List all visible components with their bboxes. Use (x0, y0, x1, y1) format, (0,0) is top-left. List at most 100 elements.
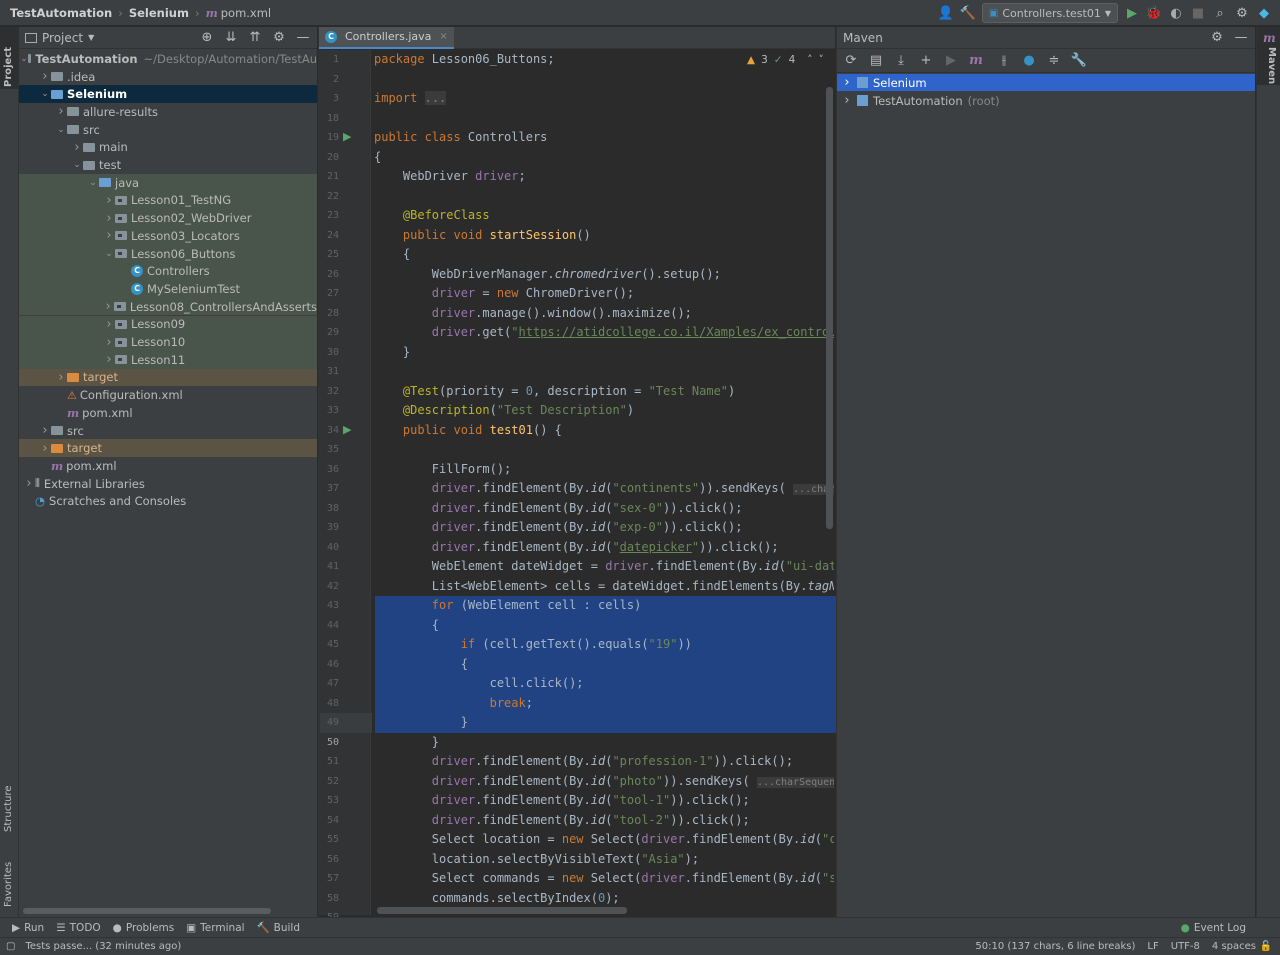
tree-item[interactable]: › target (19, 439, 317, 458)
tree-item[interactable]: m pom.xml (19, 457, 317, 475)
code-line[interactable] (374, 70, 834, 90)
problems-tool-button[interactable]: ● Problems (113, 922, 175, 934)
tree-item[interactable]: ◔ Scratches and Consoles (19, 493, 317, 511)
code-line[interactable]: { (374, 245, 834, 265)
vertical-scrollbar[interactable] (826, 87, 833, 529)
tree-item[interactable]: ⌄ java (19, 173, 317, 192)
indent-setting[interactable]: 4 spaces (1212, 941, 1256, 952)
tree-item[interactable]: m pom.xml (19, 404, 317, 422)
chevron-right-icon[interactable]: › (23, 476, 35, 491)
terminal-tool-button[interactable]: ▣ Terminal (186, 922, 244, 934)
status-message[interactable]: Tests passe... (32 minutes ago) (25, 941, 181, 952)
code-line[interactable]: location.selectByVisibleText("Asia"); (374, 850, 834, 870)
tree-item[interactable]: › allure-results (19, 103, 317, 121)
code-line[interactable]: @Description("Test Description") (374, 401, 834, 421)
reload-icon[interactable]: ⟳ (843, 53, 859, 69)
build-tool-button[interactable]: 🔨 Build (257, 921, 300, 935)
settings-gear-icon[interactable]: ⚙ (1234, 5, 1250, 21)
tree-item[interactable]: › Lesson11 (19, 350, 317, 369)
tree-item[interactable]: › main (19, 139, 317, 157)
search-icon[interactable]: ⌕ (1212, 5, 1228, 21)
tree-item[interactable]: › src (19, 422, 317, 440)
code-line[interactable]: WebDriverManager.chromedriver().setup(); (374, 265, 834, 285)
tree-item[interactable]: › Lesson10 (19, 333, 317, 351)
chevron-right-icon[interactable]: › (103, 211, 115, 226)
panel-toggle-icon[interactable]: ▢ (6, 941, 15, 952)
code-line[interactable] (374, 440, 834, 460)
code-line[interactable] (374, 109, 834, 129)
close-icon[interactable]: × (439, 31, 447, 42)
breadcrumb-module[interactable]: Selenium (129, 6, 189, 20)
tree-item[interactable]: ⌄ TestAutomation ~/Desktop/Automation/Test… (19, 50, 317, 68)
favorites-tool-tab[interactable]: Favorites (3, 862, 14, 907)
tree-item[interactable]: › ⫴ External Libraries (19, 475, 317, 493)
hide-panel-icon[interactable]: — (295, 30, 311, 46)
code-line[interactable]: @Test(priority = 0, description = "Test … (374, 382, 834, 402)
settings-gear-icon[interactable]: ⚙ (271, 30, 287, 46)
coverage-icon[interactable]: ◐ (1168, 5, 1184, 21)
code-line[interactable]: Select commands = new Select(driver.find… (374, 869, 834, 889)
chevron-right-icon[interactable]: › (39, 423, 51, 438)
code-line[interactable]: commands.selectByIndex(0); (374, 889, 834, 909)
chevron-right-icon[interactable]: › (55, 370, 67, 385)
inspection-widget[interactable]: ▲ 3 ✓ 4 ˄ ˅ (747, 54, 824, 66)
code-line[interactable]: driver.findElement(By.id("sex-0")).click… (374, 499, 834, 519)
chevron-right-icon[interactable]: › (837, 93, 857, 108)
user-icon[interactable]: 👤 (938, 5, 954, 21)
tree-item[interactable]: ⚠ Configuration.xml (19, 386, 317, 404)
chevron-down-icon[interactable]: ⌄ (55, 125, 67, 135)
debug-icon[interactable]: 🐞 (1146, 5, 1162, 21)
generate-sources-icon[interactable]: ▤ (868, 53, 884, 69)
run-gutter-icon[interactable]: ▶ (343, 423, 351, 436)
settings-gear-icon[interactable]: ⚙ (1209, 30, 1225, 46)
skip-tests-icon[interactable]: ● (1021, 53, 1037, 69)
tree-item[interactable]: ⌄ Selenium (19, 85, 317, 104)
chevron-right-icon[interactable]: › (837, 75, 857, 90)
code-line[interactable]: List<WebElement> cells = dateWidget.find… (374, 577, 834, 597)
code-line[interactable]: public void test01() { (374, 421, 834, 441)
code-line[interactable]: for (WebElement cell : cells) (374, 596, 834, 616)
tree-item[interactable]: › .idea (19, 68, 317, 86)
execute-goal-icon[interactable]: m (968, 53, 984, 69)
maven-project-item[interactable]: › TestAutomation (root) (837, 92, 1255, 109)
project-tool-tab[interactable]: Project (3, 47, 14, 87)
code-line[interactable]: driver.findElement(By.id("continents")).… (374, 479, 834, 499)
code-line[interactable]: } (374, 343, 834, 363)
code-line[interactable]: { (374, 655, 834, 675)
chevron-right-icon[interactable]: › (39, 69, 51, 84)
chevron-down-icon[interactable]: ▼ (88, 33, 94, 42)
chevron-down-icon[interactable]: ⌄ (103, 249, 115, 259)
horizontal-scrollbar[interactable] (377, 907, 627, 914)
code-line[interactable]: cell.click(); (374, 674, 834, 694)
code-line[interactable]: WebElement dateWidget = driver.findEleme… (374, 557, 834, 577)
editor-tab-controllers[interactable]: C Controllers.java × (319, 26, 454, 49)
code-line[interactable]: driver.findElement(By.id("profession-1")… (374, 752, 834, 772)
add-icon[interactable]: + (918, 53, 934, 69)
chevron-right-icon[interactable]: › (103, 228, 115, 243)
code-line[interactable]: Select location = new Select(driver.find… (374, 830, 834, 850)
lock-icon[interactable]: 🔓 (1260, 941, 1272, 952)
code-line[interactable]: } (374, 733, 834, 753)
collapse-all-icon[interactable]: ≑ (1046, 53, 1062, 69)
chevron-right-icon[interactable]: › (55, 104, 67, 119)
code-line[interactable]: public class Controllers (374, 128, 834, 148)
tree-item[interactable]: › target (19, 368, 317, 387)
tree-item[interactable]: › Lesson03_Locators (19, 227, 317, 245)
breadcrumb-project[interactable]: TestAutomation (10, 6, 112, 20)
tree-item[interactable]: › Lesson01_TestNG (19, 191, 317, 210)
code-line[interactable] (374, 362, 834, 382)
project-view-title[interactable]: Project (42, 31, 83, 45)
code-line[interactable]: driver.findElement(By.id("exp-0")).click… (374, 518, 834, 538)
code-line[interactable]: driver.findElement(By.id("tool-2")).clic… (374, 811, 834, 831)
code-line[interactable]: WebDriver driver; (374, 167, 834, 187)
tree-item[interactable]: › Lesson08_ControllersAndAsserts (19, 297, 317, 316)
toolbox-icon[interactable]: ◆ (1256, 5, 1272, 21)
maven-tool-tab[interactable]: Maven (1266, 47, 1277, 84)
code-line[interactable]: @BeforeClass (374, 206, 834, 226)
horizontal-scrollbar[interactable] (23, 908, 271, 914)
chevron-up-icon[interactable]: ˄ (807, 54, 812, 66)
code-line[interactable]: driver.get("https://atidcollege.co.il/Xa… (374, 323, 834, 343)
chevron-right-icon[interactable]: › (103, 317, 115, 332)
code-line[interactable]: driver = new ChromeDriver(); (374, 284, 834, 304)
chevron-right-icon[interactable]: › (103, 335, 115, 350)
